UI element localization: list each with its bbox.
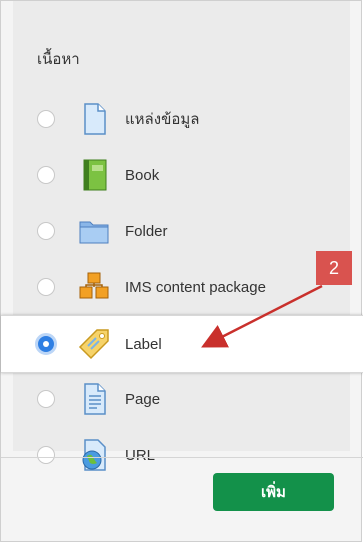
content-picker-panel: เนื้อหา แหล่งข้อมูล Book Folder IMS cont… — [0, 0, 363, 542]
annotation-badge: 2 — [316, 251, 352, 285]
option-row-ims-package[interactable]: IMS content package — [1, 259, 363, 315]
option-label: IMS content package — [125, 278, 266, 296]
page-icon — [84, 383, 106, 415]
option-label: URL — [125, 446, 156, 464]
add-button[interactable]: เพิ่ม — [213, 473, 334, 511]
radio-resource[interactable] — [37, 110, 55, 128]
package-icon — [79, 272, 109, 299]
file-icon — [84, 103, 106, 135]
option-row-page[interactable]: Page — [1, 371, 363, 427]
radio-label-selected[interactable] — [35, 333, 57, 355]
url-globe-icon — [82, 439, 106, 471]
radio-ims-package[interactable] — [37, 278, 55, 296]
option-label: Label — [125, 335, 162, 353]
option-row-folder[interactable]: Folder — [1, 203, 363, 259]
section-title: เนื้อหา — [37, 51, 80, 68]
label-tag-icon — [78, 329, 109, 360]
radio-book[interactable] — [37, 166, 55, 184]
option-label: Book — [125, 166, 160, 184]
folder-icon — [79, 221, 109, 244]
option-row-book[interactable]: Book — [1, 147, 363, 203]
radio-page[interactable] — [37, 390, 55, 408]
footer-divider — [1, 457, 363, 458]
option-row-resource[interactable]: แหล่งข้อมูล — [1, 91, 363, 147]
option-row-label[interactable]: Label — [1, 315, 363, 373]
option-label: แหล่งข้อมูล — [125, 111, 200, 128]
option-label: Page — [125, 390, 161, 408]
book-icon — [83, 159, 107, 191]
radio-folder[interactable] — [37, 222, 55, 240]
option-label: Folder — [125, 222, 168, 240]
radio-url[interactable] — [37, 446, 55, 464]
